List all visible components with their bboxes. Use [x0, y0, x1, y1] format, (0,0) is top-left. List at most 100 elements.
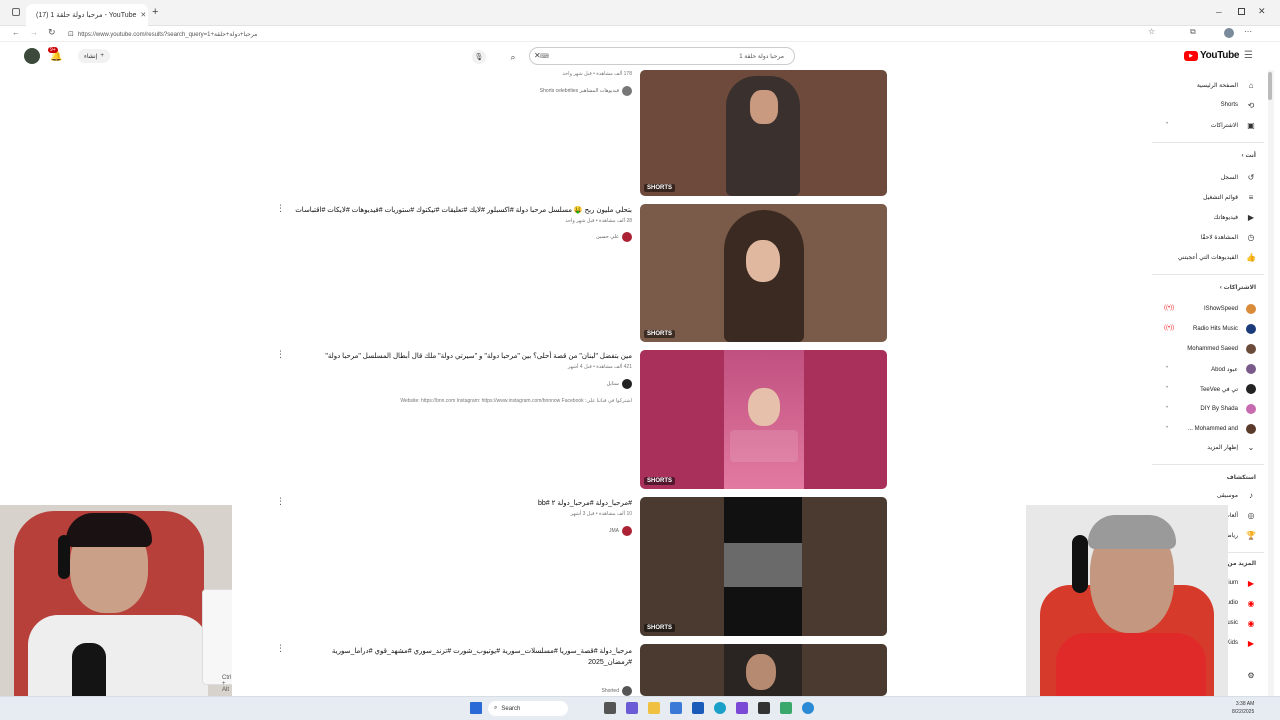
- sidebar-item-settings[interactable]: ⚙: [1246, 668, 1256, 682]
- more-actions-icon[interactable]: ⋮: [276, 643, 285, 654]
- result-thumbnail[interactable]: [640, 644, 887, 696]
- address-field[interactable]: ⊡ https://www.youtube.com/results?search…: [68, 28, 1108, 40]
- sidebar-show-more[interactable]: ⌄ إظهار المزيد: [1207, 440, 1256, 454]
- sidebar-item-playlists[interactable]: ≡ قوائم التشغيل: [1203, 190, 1256, 204]
- profile-icon[interactable]: [1224, 28, 1234, 38]
- sidebar-item-sports[interactable]: 🏆 رياضة: [1223, 528, 1256, 542]
- channel-name: JMA: [609, 528, 619, 534]
- sidebar-item-subscription[interactable]: Mohammed Saeed: [1187, 342, 1256, 356]
- thumbnail-face: [746, 240, 780, 282]
- channel-avatar: [1246, 364, 1256, 374]
- channel-avatar: [1246, 324, 1256, 334]
- app-icon[interactable]: [736, 702, 748, 714]
- thumbnail-face: [748, 388, 780, 426]
- close-window-button[interactable]: ✕: [1258, 6, 1266, 17]
- sidebar-item-liked-videos[interactable]: 👍 الفيديوهات التي أعجبتني: [1178, 250, 1256, 264]
- sidebar-item-history[interactable]: ↺ السجل: [1221, 170, 1256, 184]
- voice-search-button[interactable]: 🎙: [472, 50, 486, 64]
- result-thumbnail[interactable]: SHORTS: [640, 497, 887, 636]
- sidebar-item-subscription[interactable]: DIY By Shada: [1200, 402, 1256, 416]
- sidebar-item-subscription[interactable]: Radio Hits Music: [1193, 322, 1256, 336]
- sidebar-item-home[interactable]: ⌂ الصفحة الرئيسية: [1197, 78, 1256, 92]
- keyboard-icon[interactable]: ⌨: [540, 53, 549, 60]
- search-input[interactable]: مرحبا دولة حلقة 1 ⌨ ✕: [529, 47, 795, 65]
- sidebar-item-subscription[interactable]: عبود Abod: [1211, 362, 1256, 376]
- browser-tab-bar: (17) مرحبا دولة حلقة 1 - YouTube ✕ + ─ ✕: [0, 0, 1280, 26]
- browser-icon[interactable]: [780, 702, 792, 714]
- result-thumbnail[interactable]: SHORTS: [640, 350, 887, 489]
- task-view-icon[interactable]: [604, 702, 616, 714]
- video-title[interactable]: مرحبا_دولة #قصة_سوريا #مسلسلات_سورية #يو…: [312, 646, 632, 668]
- start-button[interactable]: [470, 702, 482, 714]
- more-actions-icon[interactable]: ⋮: [276, 203, 285, 214]
- edge-icon[interactable]: [714, 702, 726, 714]
- microphone: [72, 643, 106, 696]
- sidebar-item-label: Mohammed and ...: [1187, 426, 1238, 432]
- video-title[interactable]: #مرحبا_دولة #مرحبا_دولة ٢ #bb: [538, 499, 632, 507]
- result-thumbnail[interactable]: SHORTS: [640, 204, 887, 342]
- gaming-icon: ◎: [1247, 510, 1255, 520]
- sidebar-item-label: الصفحة الرئيسية: [1196, 82, 1238, 89]
- taskbar-clock[interactable]: 3:38 AM 8/22/2025: [1232, 700, 1254, 716]
- close-tab-icon[interactable]: ✕: [140, 11, 146, 19]
- browser-menu-icon[interactable]: ⋯: [1244, 27, 1252, 36]
- store-icon[interactable]: [670, 702, 682, 714]
- sidebar-item-watch-later[interactable]: ◷ المشاهدة لاحقًا: [1201, 230, 1256, 244]
- youtube-studio-icon: ◉: [1247, 598, 1255, 608]
- file-explorer-icon[interactable]: [648, 702, 660, 714]
- browser-icon[interactable]: [802, 702, 814, 714]
- taskbar-search[interactable]: ⌕ Search: [488, 701, 568, 716]
- site-info-icon[interactable]: ⊡: [68, 30, 74, 38]
- favorites-icon[interactable]: ☆: [1148, 27, 1155, 36]
- channel-link[interactable]: علي حسين: [596, 232, 632, 242]
- terminal-icon[interactable]: [758, 702, 770, 714]
- result-thumbnail[interactable]: SHORTS: [640, 70, 887, 196]
- search-button[interactable]: ⌕: [506, 50, 520, 64]
- more-actions-icon[interactable]: ⋮: [276, 496, 285, 507]
- channel-link[interactable]: JMA: [609, 526, 632, 536]
- person-hair: [1088, 515, 1176, 549]
- chat-icon[interactable]: [626, 702, 638, 714]
- tab-actions-icon[interactable]: [12, 8, 20, 16]
- browser-tab[interactable]: (17) مرحبا دولة حلقة 1 - YouTube ✕: [26, 4, 148, 26]
- sidebar-item-subscription[interactable]: تي في TeeVee: [1200, 382, 1256, 396]
- sidebar-item-subscription[interactable]: Mohammed and ...: [1188, 422, 1256, 436]
- page-scrollbar[interactable]: [1268, 70, 1274, 720]
- sidebar-item-subscription[interactable]: IShowSpeed: [1204, 302, 1256, 316]
- extensions-icon[interactable]: ⧉: [1190, 27, 1196, 37]
- clear-search-icon[interactable]: ✕: [534, 51, 541, 60]
- account-avatar[interactable]: [24, 48, 40, 64]
- sidebar-item-music[interactable]: ♪ موسيقى: [1217, 488, 1256, 502]
- sidebar-item-label: فيديوهاتك: [1213, 214, 1238, 221]
- minimize-button[interactable]: ─: [1216, 8, 1222, 17]
- channel-avatar: [622, 379, 632, 389]
- sidebar-section-subscriptions[interactable]: الاشتراكات ›: [1220, 284, 1256, 291]
- guide-menu-icon[interactable]: ☰: [1244, 50, 1253, 61]
- search-icon: ⌕: [494, 705, 498, 711]
- sidebar-item-subscriptions[interactable]: ▣ الاشتراكات: [1211, 118, 1256, 132]
- thumbnail-title-art: [730, 430, 798, 462]
- notifications-button[interactable]: 🔔 9+: [48, 47, 64, 64]
- new-content-dot: •: [1166, 385, 1169, 391]
- video-title[interactable]: مين بتفضل "لبنان" من قصة أحلى؟ بين "مرحب…: [325, 352, 632, 360]
- sidebar-section-you[interactable]: أنت ›: [1242, 152, 1256, 159]
- back-icon[interactable]: ←: [12, 28, 20, 37]
- more-actions-icon[interactable]: ⋮: [276, 349, 285, 360]
- sidebar-item-shorts[interactable]: ⟲ Shorts: [1221, 98, 1256, 112]
- new-content-dot: •: [1166, 405, 1169, 411]
- channel-link[interactable]: Shorted: [601, 686, 632, 696]
- outlook-icon[interactable]: [692, 702, 704, 714]
- reload-icon[interactable]: ↻: [48, 27, 56, 38]
- new-tab-button[interactable]: +: [152, 6, 158, 18]
- trophy-icon: 🏆: [1246, 530, 1256, 540]
- sidebar-item-your-videos[interactable]: ▶ فيديوهاتك: [1214, 210, 1256, 224]
- youtube-logo[interactable]: ▶ YouTube: [1184, 50, 1240, 61]
- maximize-button[interactable]: [1238, 8, 1245, 15]
- create-button[interactable]: إنشاء +: [78, 49, 110, 63]
- video-title[interactable]: بتحلي مليون ربح 🤑 مسلسل مرحبا دولة #اكسب…: [295, 206, 632, 214]
- channel-link[interactable]: ستايل: [607, 379, 632, 389]
- forward-icon[interactable]: →: [30, 28, 38, 37]
- channel-link[interactable]: فيديوهات المشاهير Shorts celebrities: [540, 86, 632, 96]
- scrollbar-thumb[interactable]: [1268, 72, 1272, 100]
- channel-avatar: [622, 232, 632, 242]
